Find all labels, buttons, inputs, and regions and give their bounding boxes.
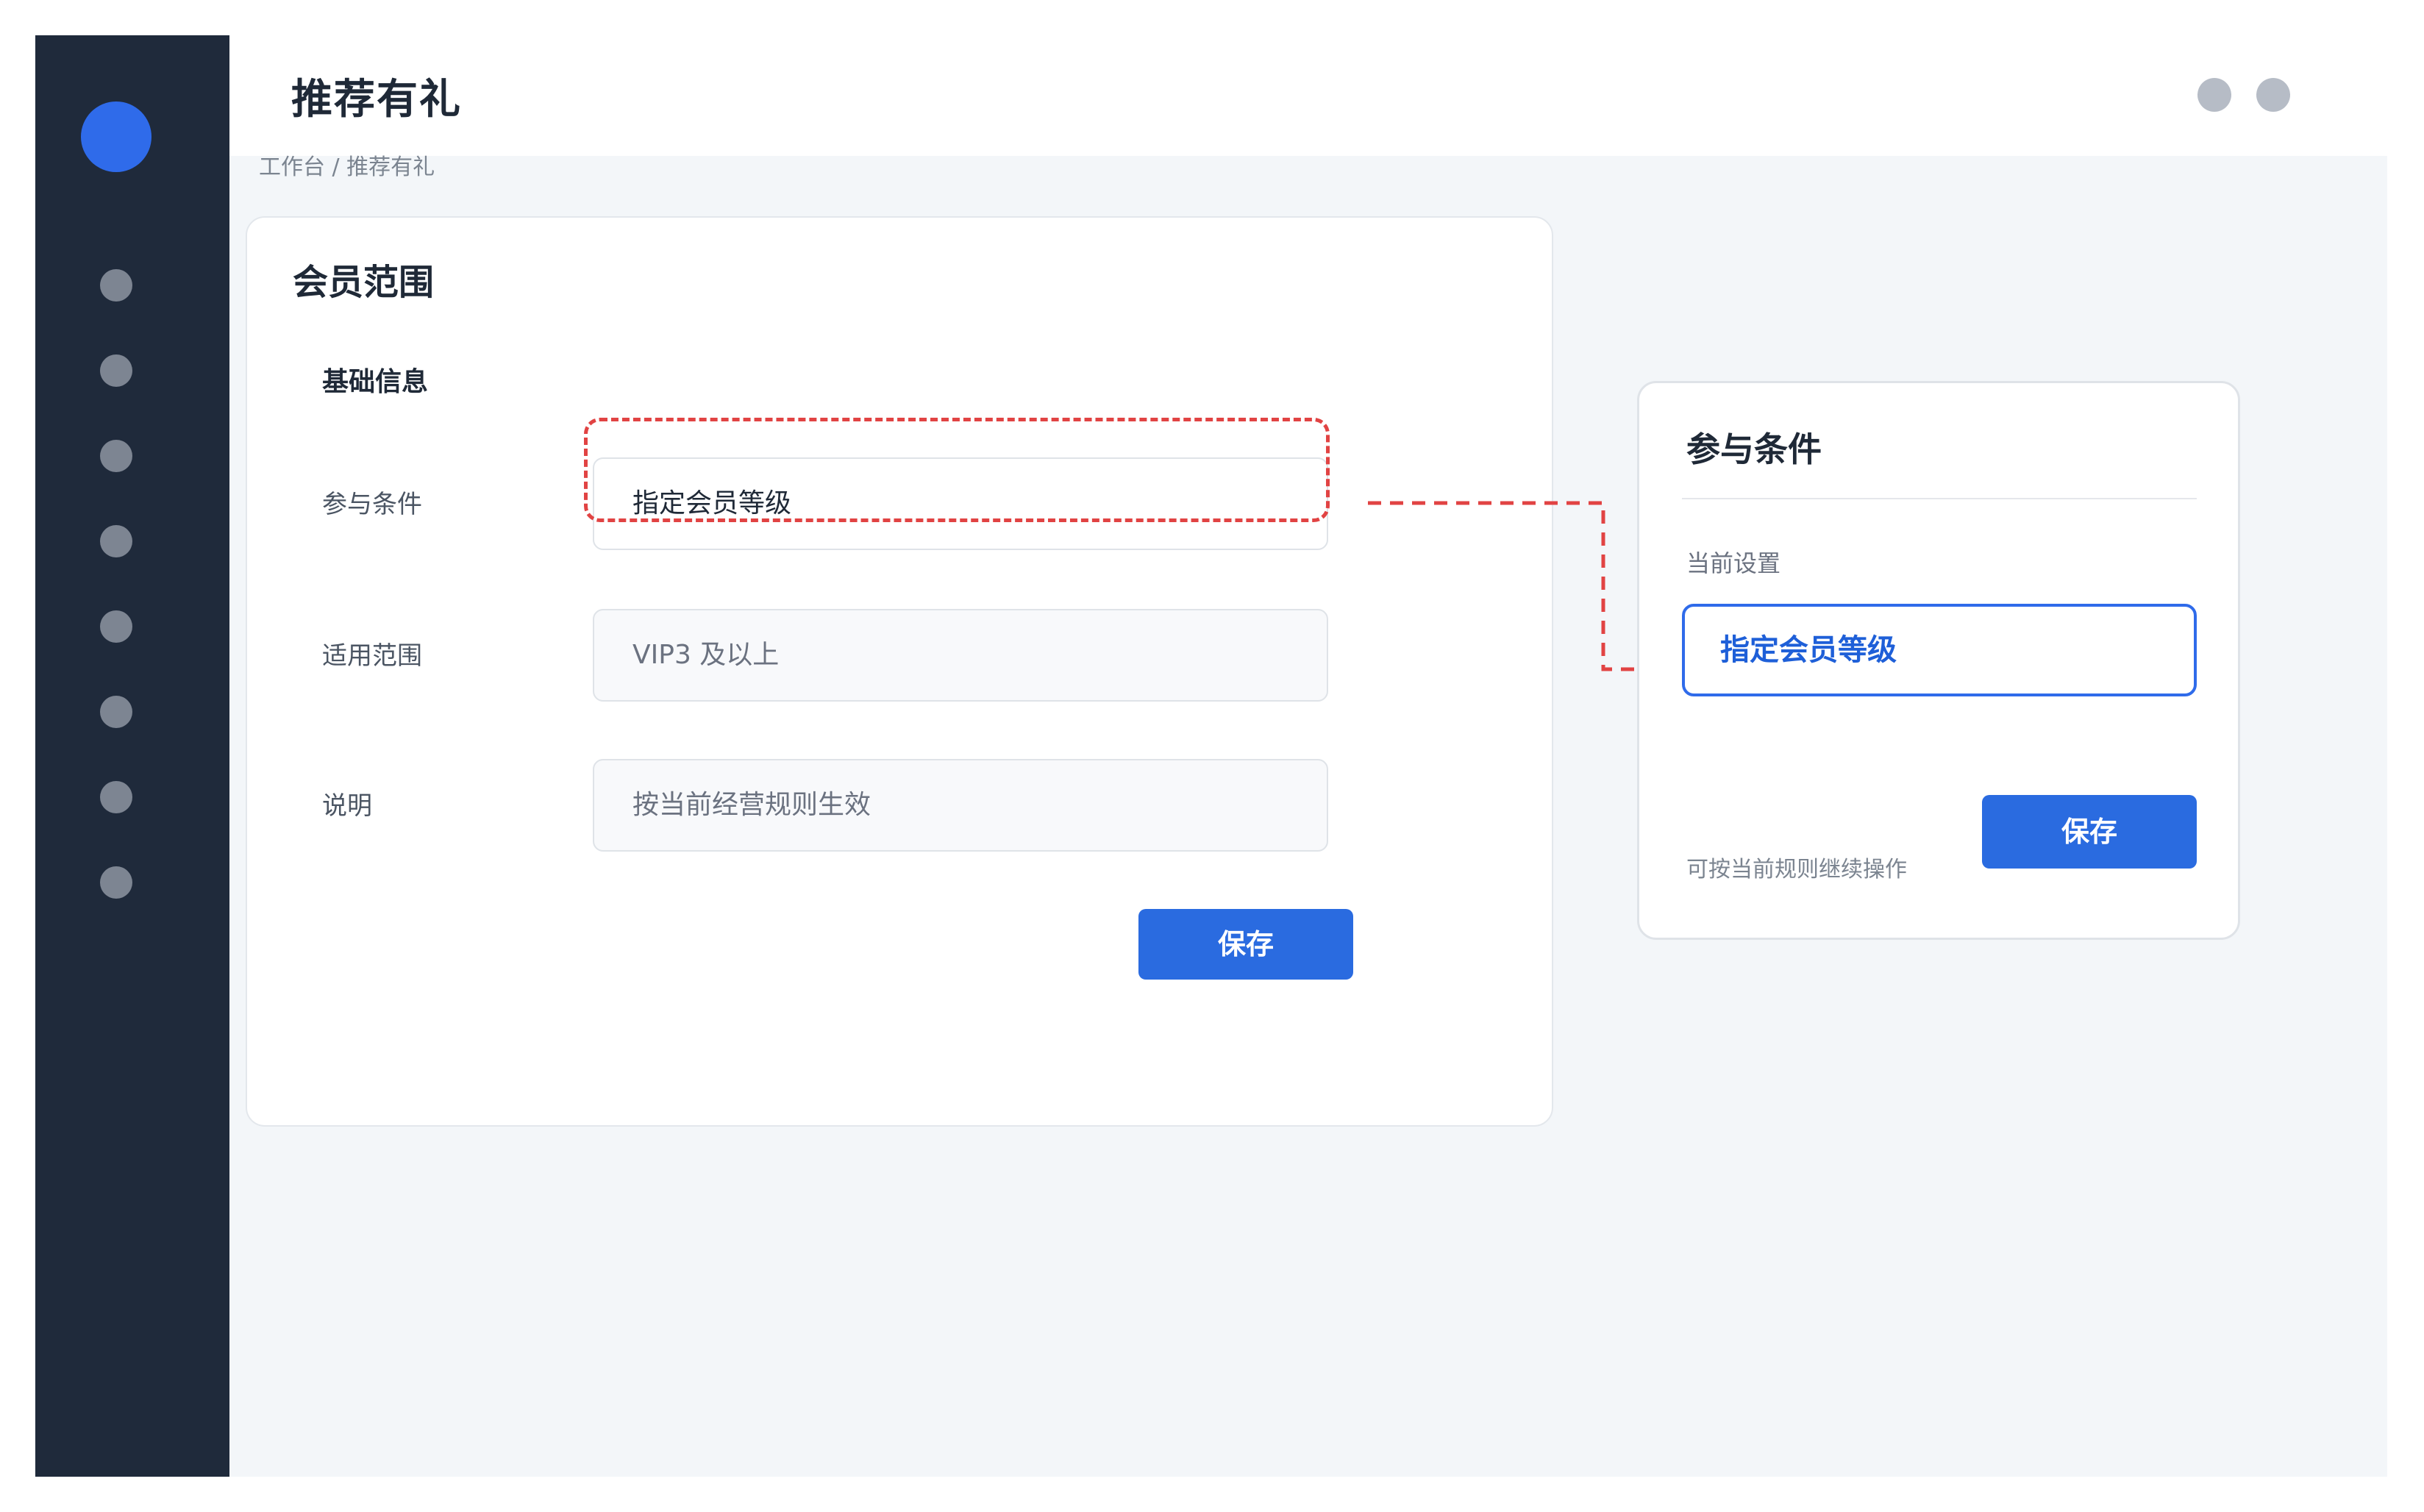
panel-hint: 可按当前规则继续操作 bbox=[1686, 857, 1907, 882]
current-setting-value[interactable]: 指定会员等级 bbox=[1682, 604, 2197, 696]
participation-panel: 参与条件 当前设置 指定会员等级 可按当前规则继续操作 保存 bbox=[1637, 381, 2240, 940]
sidebar bbox=[35, 35, 229, 1477]
highlight-box bbox=[584, 418, 1330, 522]
sidebar-item-8-icon[interactable] bbox=[100, 866, 132, 899]
section-title: 基础信息 bbox=[322, 367, 429, 397]
page-title: 推荐有礼 bbox=[291, 76, 462, 124]
sidebar-item-1-icon[interactable] bbox=[100, 269, 132, 302]
user-avatar-icon[interactable] bbox=[2256, 78, 2290, 112]
field-label-participation: 参与条件 bbox=[322, 490, 422, 519]
sidebar-item-5-icon[interactable] bbox=[100, 610, 132, 643]
connector-line bbox=[1368, 501, 1637, 671]
sidebar-item-7-icon[interactable] bbox=[100, 781, 132, 813]
current-setting-label: 当前设置 bbox=[1686, 549, 1781, 577]
applicable-scope-field[interactable]: VIP3 及以上 bbox=[593, 609, 1328, 702]
save-button[interactable]: 保存 bbox=[1138, 909, 1353, 980]
field-label-scope: 适用范围 bbox=[322, 641, 422, 671]
top-bar: 推荐有礼 bbox=[229, 35, 2387, 156]
sidebar-item-6-icon[interactable] bbox=[100, 696, 132, 728]
sidebar-item-4-icon[interactable] bbox=[100, 525, 132, 557]
member-scope-card: 会员范围 基础信息 参与条件 指定会员等级 适用范围 VIP3 及以上 说明 按… bbox=[246, 216, 1553, 1127]
sidebar-item-2-icon[interactable] bbox=[100, 354, 132, 387]
notification-icon[interactable] bbox=[2197, 78, 2231, 112]
panel-divider bbox=[1682, 498, 2197, 499]
breadcrumb: 工作台 / 推荐有礼 bbox=[259, 154, 435, 180]
field-label-description: 说明 bbox=[322, 791, 372, 821]
panel-save-button[interactable]: 保存 bbox=[1982, 795, 2197, 869]
card-title: 会员范围 bbox=[293, 262, 435, 303]
panel-title: 参与条件 bbox=[1686, 429, 1822, 469]
description-field[interactable]: 按当前经营规则生效 bbox=[593, 759, 1328, 852]
sidebar-item-3-icon[interactable] bbox=[100, 440, 132, 472]
logo-icon[interactable] bbox=[81, 101, 152, 172]
